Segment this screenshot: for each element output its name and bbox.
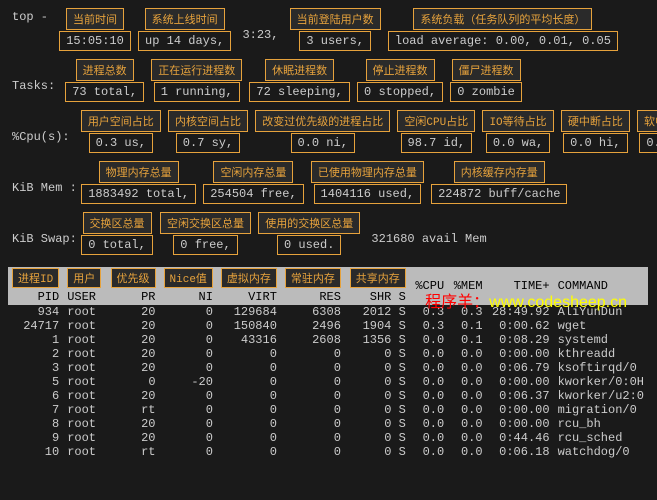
- tasks-zombie: 0 zombie: [450, 82, 522, 102]
- current-time: 15:05:10: [59, 31, 131, 51]
- mem-buff: 224872 buff/cache: [431, 184, 567, 204]
- table-row: 3root200000 S0.00.00:06.79ksoftirqd/0: [8, 361, 648, 375]
- table-row: 24717root20015084024961904 S0.30.10:00.6…: [8, 319, 648, 333]
- users: 3 users,: [299, 31, 371, 51]
- top-line4: KiB Mem : 物理内存总量1883492 total, 空闲内存总量254…: [8, 161, 649, 204]
- mem-total: 1883492 total,: [81, 184, 196, 204]
- swap-total: 0 total,: [81, 235, 153, 255]
- table-row: 9root200000 S0.00.00:44.46rcu_sched: [8, 431, 648, 445]
- table-row: 2root200000 S0.00.00:00.00kthreadd: [8, 347, 648, 361]
- top-line2: Tasks: 进程总数73 total, 正在运行进程数1 running, 休…: [8, 59, 649, 102]
- uptime: up 14 days,: [138, 31, 231, 51]
- avail-mem: 321680 avail Mem: [367, 212, 490, 248]
- table-row: 7rootrt0000 S0.00.00:00.00migration/0: [8, 403, 648, 417]
- top-line3: %Cpu(s): 用户空间占比0.3 us, 内核空间占比0.7 sy, 改变过…: [8, 110, 649, 153]
- tasks-running: 1 running,: [154, 82, 240, 102]
- top-line5: KiB Swap: 交换区总量0 total, 空闲交换区总量0 free, 使…: [8, 212, 649, 255]
- attribution-link[interactable]: www.codesheep.cn: [489, 294, 627, 311]
- tasks-total: 73 total,: [65, 82, 144, 102]
- load-average: load average: 0.00, 0.01, 0.05: [388, 31, 618, 51]
- table-row: 1root2004331626081356 S0.00.10:08.29syst…: [8, 333, 648, 347]
- mem-used: 1404116 used,: [314, 184, 422, 204]
- swap-used: 0 used.: [277, 235, 341, 255]
- top-prefix: top -: [8, 8, 52, 26]
- swap-free: 0 free,: [173, 235, 237, 255]
- attribution: 程序羊：www.codesheep.cn: [425, 288, 627, 312]
- mem-free: 254504 free,: [203, 184, 303, 204]
- table-row: 6root200000 S0.00.00:06.37kworker/u2:0: [8, 389, 648, 403]
- tasks-sleeping: 72 sleeping,: [249, 82, 349, 102]
- table-row: 5root0-20000 S0.00.00:00.00kworker/0:0H: [8, 375, 648, 389]
- table-row: 10rootrt0000 S0.00.00:06.18watchdog/0: [8, 445, 648, 459]
- table-row: 8root200000 S0.00.00:00.00rcu_bh: [8, 417, 648, 431]
- top-line1: top - 当前时间15:05:10 系统上线时间up 14 days, 3:2…: [8, 8, 649, 51]
- tasks-stopped: 0 stopped,: [357, 82, 443, 102]
